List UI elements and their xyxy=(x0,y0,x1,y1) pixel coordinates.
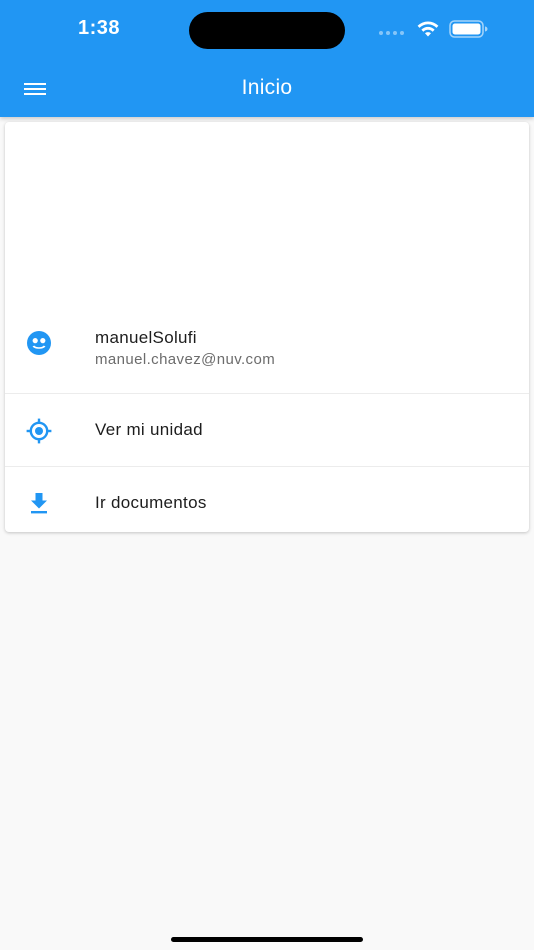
ir-documentos-label: Ir documentos xyxy=(95,493,207,512)
page-title: Inicio xyxy=(241,76,293,99)
status-time: 1:38 xyxy=(78,17,121,39)
app-bar: 1:38 Inicio xyxy=(0,0,534,117)
drawer-header xyxy=(5,122,529,312)
account-email: manuel.chavez@nuv.com xyxy=(95,351,276,368)
account-row[interactable]: manuelSolufi manuel.chavez@nuv.com xyxy=(5,312,529,393)
cellular-signal-icon xyxy=(379,31,404,35)
ver-mi-unidad-label: Ver mi unidad xyxy=(95,420,203,439)
account-name: manuelSolufi xyxy=(95,328,197,347)
drawer-menu-card: manuelSolufi manuel.chavez@nuv.com Ver m… xyxy=(5,122,529,532)
face-icon xyxy=(27,331,51,355)
ir-documentos-item[interactable]: Ir documentos xyxy=(5,467,529,532)
wifi-icon xyxy=(417,21,439,37)
battery-icon xyxy=(449,20,488,38)
ver-mi-unidad-item[interactable]: Ver mi unidad xyxy=(5,394,529,466)
gps-location-icon xyxy=(26,418,52,444)
dynamic-island xyxy=(189,12,345,49)
home-indicator xyxy=(171,937,363,942)
download-icon xyxy=(31,493,47,514)
